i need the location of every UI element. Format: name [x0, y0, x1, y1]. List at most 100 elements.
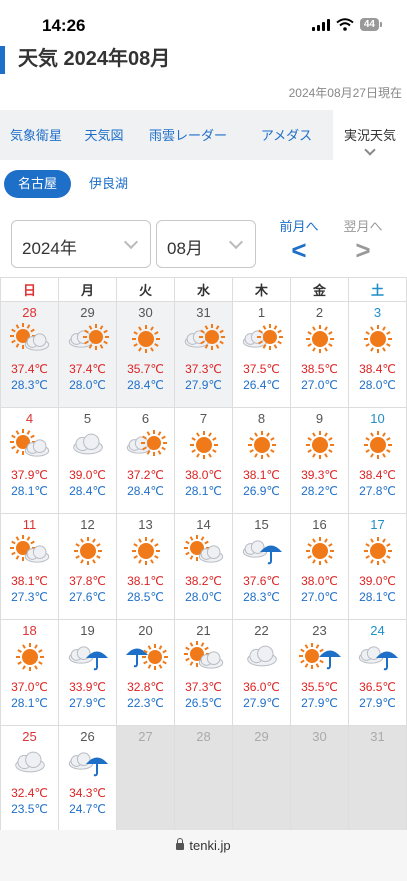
calendar-day-cell[interactable]: 28 37.4℃ 28.3℃	[0, 301, 59, 408]
day-number: 31	[196, 305, 211, 320]
calendar-day-cell[interactable]: 7 38.0℃ 28.1℃	[174, 407, 233, 514]
calendar-day-cell[interactable]: 4 37.9℃ 28.1℃	[0, 407, 59, 514]
sun-weather-icon	[15, 643, 44, 671]
tab-amedas[interactable]: アメダス	[240, 110, 333, 160]
status-time: 14:26	[42, 16, 86, 35]
sun-weather-icon	[363, 537, 392, 565]
day-number: 7	[199, 411, 208, 426]
calendar-day-cell: 31	[348, 725, 407, 832]
day-number: 18	[22, 623, 37, 638]
cloud-sun-weather-icon	[184, 324, 225, 350]
low-temp: 27.8℃	[359, 484, 396, 498]
high-temp: 37.0℃	[11, 680, 48, 694]
calendar-day-cell[interactable]: 9 39.3℃ 28.2℃	[290, 407, 349, 514]
day-number: 26	[80, 729, 95, 744]
calendar-day-cell[interactable]: 31 37.3℃ 27.9℃	[174, 301, 233, 408]
calendar-day-cell[interactable]: 1 37.5℃ 26.4℃	[232, 301, 291, 408]
cloud-weather-icon	[14, 751, 45, 773]
calendar-day-cell[interactable]: 22 36.0℃ 27.9℃	[232, 619, 291, 726]
chip-nagoya[interactable]: 名古屋	[4, 170, 72, 198]
calendar-day-cell[interactable]: 23 35.5℃ 27.9℃	[290, 619, 349, 726]
year-select-value: 2024年	[22, 239, 77, 258]
prev-month-link[interactable]: 前月へ <	[276, 216, 322, 265]
calendar-day-cell[interactable]: 20 32.8℃ 22.3℃	[116, 619, 175, 726]
day-number: 13	[138, 517, 153, 532]
prev-month-label: 前月へ	[279, 219, 319, 234]
day-number: 2	[315, 305, 324, 320]
calendar-day-cell: 28	[174, 725, 233, 832]
calendar-day-cell[interactable]: 15 37.6℃ 28.3℃	[232, 513, 291, 620]
calendar-day-cell[interactable]: 14 38.2℃ 28.0℃	[174, 513, 233, 620]
sun-weather-icon	[131, 537, 160, 565]
weekday-fri: 金	[290, 277, 349, 302]
cloud-weather-icon	[246, 645, 277, 667]
calendar-day-cell[interactable]: 10 38.4℃ 27.8℃	[348, 407, 407, 514]
low-temp: 28.4℃	[127, 378, 164, 392]
low-temp: 28.3℃	[243, 590, 280, 604]
sun-weather-icon	[363, 325, 392, 353]
sun-weather-icon	[305, 325, 334, 353]
calendar-day-cell[interactable]: 24 36.5℃ 27.9℃	[348, 619, 407, 726]
low-temp: 28.4℃	[127, 484, 164, 498]
day-number: 23	[312, 623, 327, 638]
low-temp: 23.5℃	[11, 802, 48, 816]
weekday-header-row: 日 月 火 水 木 金 土	[0, 277, 407, 302]
calendar-day-cell[interactable]: 11 38.1℃ 27.3℃	[0, 513, 59, 620]
weather-calendar: 日 月 火 水 木 金 土 28 37.4℃ 28.3℃ 29 37.4℃ 28.0℃…	[0, 277, 407, 832]
day-number: 28	[22, 305, 37, 320]
weekday-tue: 火	[116, 277, 175, 302]
high-temp: 38.0℃	[185, 468, 222, 482]
url-text: tenki.jp	[189, 838, 231, 853]
calendar-day-cell[interactable]: 30 35.7℃ 28.4℃	[116, 301, 175, 408]
low-temp: 28.4℃	[69, 484, 106, 498]
weekday-thu: 木	[232, 277, 291, 302]
high-temp: 35.5℃	[301, 680, 338, 694]
calendar-week-row: 4 37.9℃ 28.1℃ 5 39.0℃ 28.4℃ 6 37.2℃ 28.4℃ 7 38.…	[0, 407, 407, 514]
calendar-day-cell[interactable]: 17 39.0℃ 28.1℃	[348, 513, 407, 620]
chevron-down-icon	[228, 234, 244, 250]
wifi-icon	[336, 18, 354, 31]
low-temp: 28.5℃	[127, 590, 164, 604]
low-temp: 28.3℃	[11, 378, 48, 392]
low-temp: 28.1℃	[11, 696, 48, 710]
day-number: 22	[254, 623, 269, 638]
high-temp: 39.0℃	[359, 574, 396, 588]
calendar-day-cell[interactable]: 13 38.1℃ 28.5℃	[116, 513, 175, 620]
high-temp: 39.3℃	[301, 468, 338, 482]
calendar-day-cell[interactable]: 19 33.9℃ 27.9℃	[58, 619, 117, 726]
calendar-day-cell[interactable]: 5 39.0℃ 28.4℃	[58, 407, 117, 514]
chip-irago[interactable]: 伊良湖	[75, 170, 142, 198]
tab-satellite[interactable]: 気象衛星	[0, 110, 72, 160]
calendar-day-cell[interactable]: 6 37.2℃ 28.4℃	[116, 407, 175, 514]
day-number: 19	[80, 623, 95, 638]
tab-actual-weather[interactable]: 実況天気	[333, 110, 407, 160]
location-chips: 名古屋 伊良湖	[0, 170, 142, 200]
calendar-day-cell[interactable]: 18 37.0℃ 28.1℃	[0, 619, 59, 726]
cloud-umbrella-weather-icon	[68, 752, 108, 777]
calendar-day-cell[interactable]: 25 32.4℃ 23.5℃	[0, 725, 59, 832]
day-number: 4	[25, 411, 34, 426]
calendar-day-cell[interactable]: 26 34.3℃ 24.7℃	[58, 725, 117, 832]
month-select[interactable]: 08月	[156, 220, 256, 268]
calendar-day-cell[interactable]: 16 38.0℃ 27.0℃	[290, 513, 349, 620]
calendar-day-cell[interactable]: 21 37.3℃ 26.5℃	[174, 619, 233, 726]
year-select[interactable]: 2024年	[11, 220, 151, 268]
calendar-day-cell[interactable]: 29 37.4℃ 28.0℃	[58, 301, 117, 408]
sun-weather-icon	[247, 431, 276, 459]
lock-icon	[176, 838, 185, 850]
low-temp: 28.0℃	[185, 590, 222, 604]
calendar-day-cell[interactable]: 12 37.8℃ 27.6℃	[58, 513, 117, 620]
chevron-down-icon	[123, 234, 139, 250]
high-temp: 37.3℃	[185, 362, 222, 376]
browser-url-bar[interactable]: tenki.jp	[0, 830, 407, 881]
calendar-day-cell[interactable]: 8 38.1℃ 26.9℃	[232, 407, 291, 514]
high-temp: 33.9℃	[69, 680, 106, 694]
title-accent-bar	[0, 46, 5, 74]
calendar-day-cell[interactable]: 3 38.4℃ 28.0℃	[348, 301, 407, 408]
next-month-link[interactable]: 翌月へ >	[340, 216, 386, 265]
umbrella-sun-weather-icon	[125, 644, 168, 670]
tab-weather-map[interactable]: 天気図	[72, 110, 136, 160]
tab-rain-radar[interactable]: 雨雲レーダー	[136, 110, 240, 160]
calendar-day-cell[interactable]: 2 38.5℃ 27.0℃	[290, 301, 349, 408]
low-temp: 26.9℃	[243, 484, 280, 498]
